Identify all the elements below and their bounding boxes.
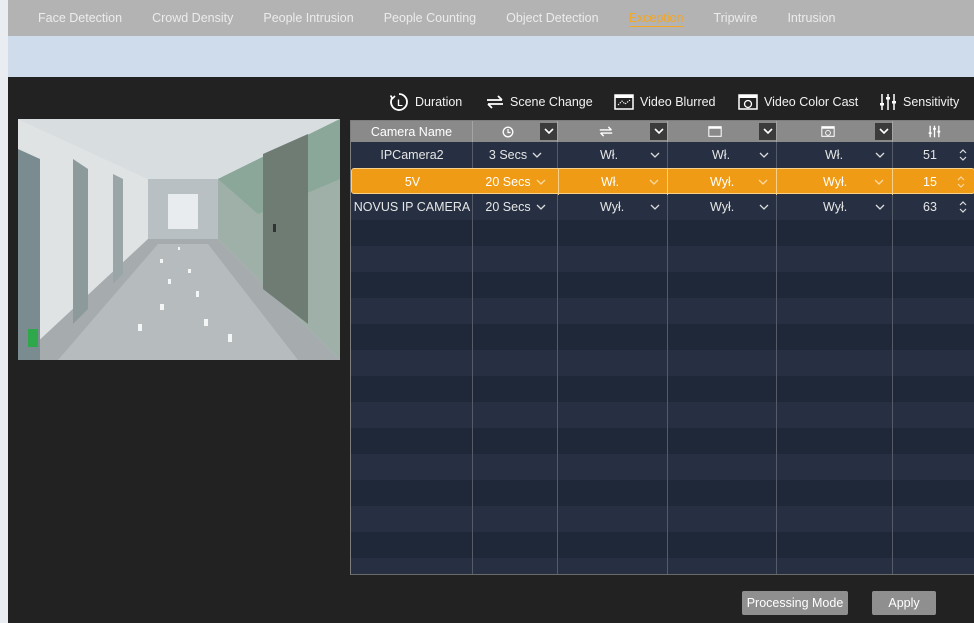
chevron-down-icon bbox=[874, 179, 884, 185]
tab-tripwire[interactable]: Tripwire bbox=[698, 0, 772, 36]
sensitivity-stepper[interactable]: 15 bbox=[893, 169, 973, 195]
chevron-down-icon bbox=[759, 204, 769, 210]
processing-mode-button[interactable]: Processing Mode bbox=[742, 591, 848, 615]
blurred-screen-icon bbox=[708, 126, 722, 137]
tab-people-intrusion[interactable]: People Intrusion bbox=[248, 0, 368, 36]
subheader-band bbox=[8, 36, 974, 77]
scene-change-select[interactable]: Wł. bbox=[558, 169, 668, 195]
chevron-down-icon bbox=[532, 152, 542, 158]
color-cast-select[interactable]: Wł. bbox=[777, 142, 893, 168]
table-stripe bbox=[351, 532, 974, 558]
video-blurred-select[interactable]: Wył. bbox=[668, 169, 777, 195]
column-header-duration bbox=[473, 121, 558, 142]
table-stripe bbox=[351, 220, 974, 246]
scene-change-batch-dropdown[interactable] bbox=[650, 123, 667, 140]
table-stripe bbox=[351, 324, 974, 350]
table-header: Camera Name bbox=[351, 121, 974, 142]
column-header-video-blurred bbox=[668, 121, 777, 142]
timer-icon bbox=[502, 126, 514, 137]
timer-icon: L bbox=[389, 93, 408, 111]
chevron-down-icon bbox=[878, 128, 889, 135]
table-row[interactable]: IPCamera2 3 Secs Wł. Wł. Wł. 51 bbox=[351, 142, 974, 168]
table-stripe bbox=[351, 480, 974, 506]
corridor-preview-image bbox=[18, 119, 340, 360]
up-down-arrows-icon bbox=[957, 176, 965, 188]
chevron-down-icon bbox=[875, 152, 885, 158]
column-header-color-cast bbox=[777, 121, 893, 142]
camera-preview[interactable] bbox=[18, 119, 340, 360]
color-cast-select[interactable]: Wył. bbox=[777, 169, 893, 195]
chevron-down-icon bbox=[543, 128, 554, 135]
tab-intrusion[interactable]: Intrusion bbox=[772, 0, 850, 36]
column-header-scene-change bbox=[558, 121, 668, 142]
camera-name-cell: NOVUS IP CAMERA bbox=[353, 200, 471, 214]
chevron-down-icon bbox=[650, 152, 660, 158]
legend-video-color-cast: Video Color Cast bbox=[738, 91, 858, 113]
legend-sensitivity: Sensitivity bbox=[879, 91, 959, 113]
chevron-down-icon bbox=[758, 179, 768, 185]
sensitivity-stepper[interactable]: 51 bbox=[893, 142, 974, 168]
camera-name-cell: 5V bbox=[404, 175, 421, 189]
analytics-tab-bar: Face Detection Crowd Density People Intr… bbox=[8, 0, 974, 36]
color-cast-icon bbox=[820, 126, 835, 137]
chevron-down-icon bbox=[650, 204, 660, 210]
column-header-sensitivity bbox=[893, 121, 974, 142]
svg-text:L: L bbox=[397, 98, 403, 108]
table-stripe bbox=[351, 428, 974, 454]
color-cast-batch-dropdown[interactable] bbox=[875, 123, 892, 140]
duration-select[interactable]: 20 Secs bbox=[473, 169, 558, 195]
chevron-down-icon bbox=[536, 204, 546, 210]
scene-change-select[interactable]: Wył. bbox=[558, 194, 668, 220]
duration-batch-dropdown[interactable] bbox=[540, 123, 557, 140]
duration-select[interactable]: 20 Secs bbox=[473, 194, 558, 220]
column-header-camera-name: Camera Name bbox=[351, 121, 473, 142]
duration-select[interactable]: 3 Secs bbox=[473, 142, 558, 168]
camera-name-cell: IPCamera2 bbox=[380, 148, 444, 162]
table-row[interactable]: NOVUS IP CAMERA 20 Secs Wył. Wył. Wył. 6… bbox=[351, 194, 974, 220]
tab-people-counting[interactable]: People Counting bbox=[369, 0, 491, 36]
chevron-down-icon bbox=[875, 204, 885, 210]
legend-video-blurred: Video Blurred bbox=[614, 91, 716, 113]
apply-button[interactable]: Apply bbox=[872, 591, 936, 615]
tab-crowd-density[interactable]: Crowd Density bbox=[137, 0, 248, 36]
legend-scene-change: Scene Change bbox=[486, 91, 593, 113]
up-down-arrows-icon bbox=[959, 201, 967, 213]
scene-change-select[interactable]: Wł. bbox=[558, 142, 668, 168]
blurred-screen-icon bbox=[614, 94, 634, 110]
table-stripe bbox=[351, 272, 974, 298]
chevron-down-icon bbox=[653, 128, 664, 135]
video-blurred-select[interactable]: Wł. bbox=[668, 142, 777, 168]
swap-arrows-icon bbox=[599, 126, 612, 137]
video-blurred-batch-dropdown[interactable] bbox=[759, 123, 776, 140]
camera-exception-table: Camera Name IPCamera2 3 Secs Wł. Wł. Wł.… bbox=[350, 120, 974, 575]
chevron-down-icon bbox=[649, 179, 659, 185]
tab-object-detection[interactable]: Object Detection bbox=[491, 0, 613, 36]
chevron-down-icon bbox=[759, 152, 769, 158]
tab-exception[interactable]: Exception bbox=[614, 0, 699, 36]
chevron-down-icon bbox=[536, 179, 546, 185]
sensitivity-stepper[interactable]: 63 bbox=[893, 194, 974, 220]
swap-arrows-icon bbox=[487, 95, 503, 109]
table-stripe bbox=[351, 376, 974, 402]
table-row-selected[interactable]: 5V 20 Secs Wł. Wył. Wył. 15 bbox=[351, 168, 974, 195]
tab-face-detection[interactable]: Face Detection bbox=[8, 0, 137, 36]
color-cast-select[interactable]: Wył. bbox=[777, 194, 893, 220]
chevron-down-icon bbox=[762, 128, 773, 135]
video-blurred-select[interactable]: Wył. bbox=[668, 194, 777, 220]
sliders-icon bbox=[928, 125, 940, 138]
legend-duration: L Duration bbox=[389, 91, 462, 113]
sliders-icon bbox=[880, 94, 896, 110]
color-cast-icon bbox=[738, 94, 758, 110]
up-down-arrows-icon bbox=[959, 149, 967, 161]
